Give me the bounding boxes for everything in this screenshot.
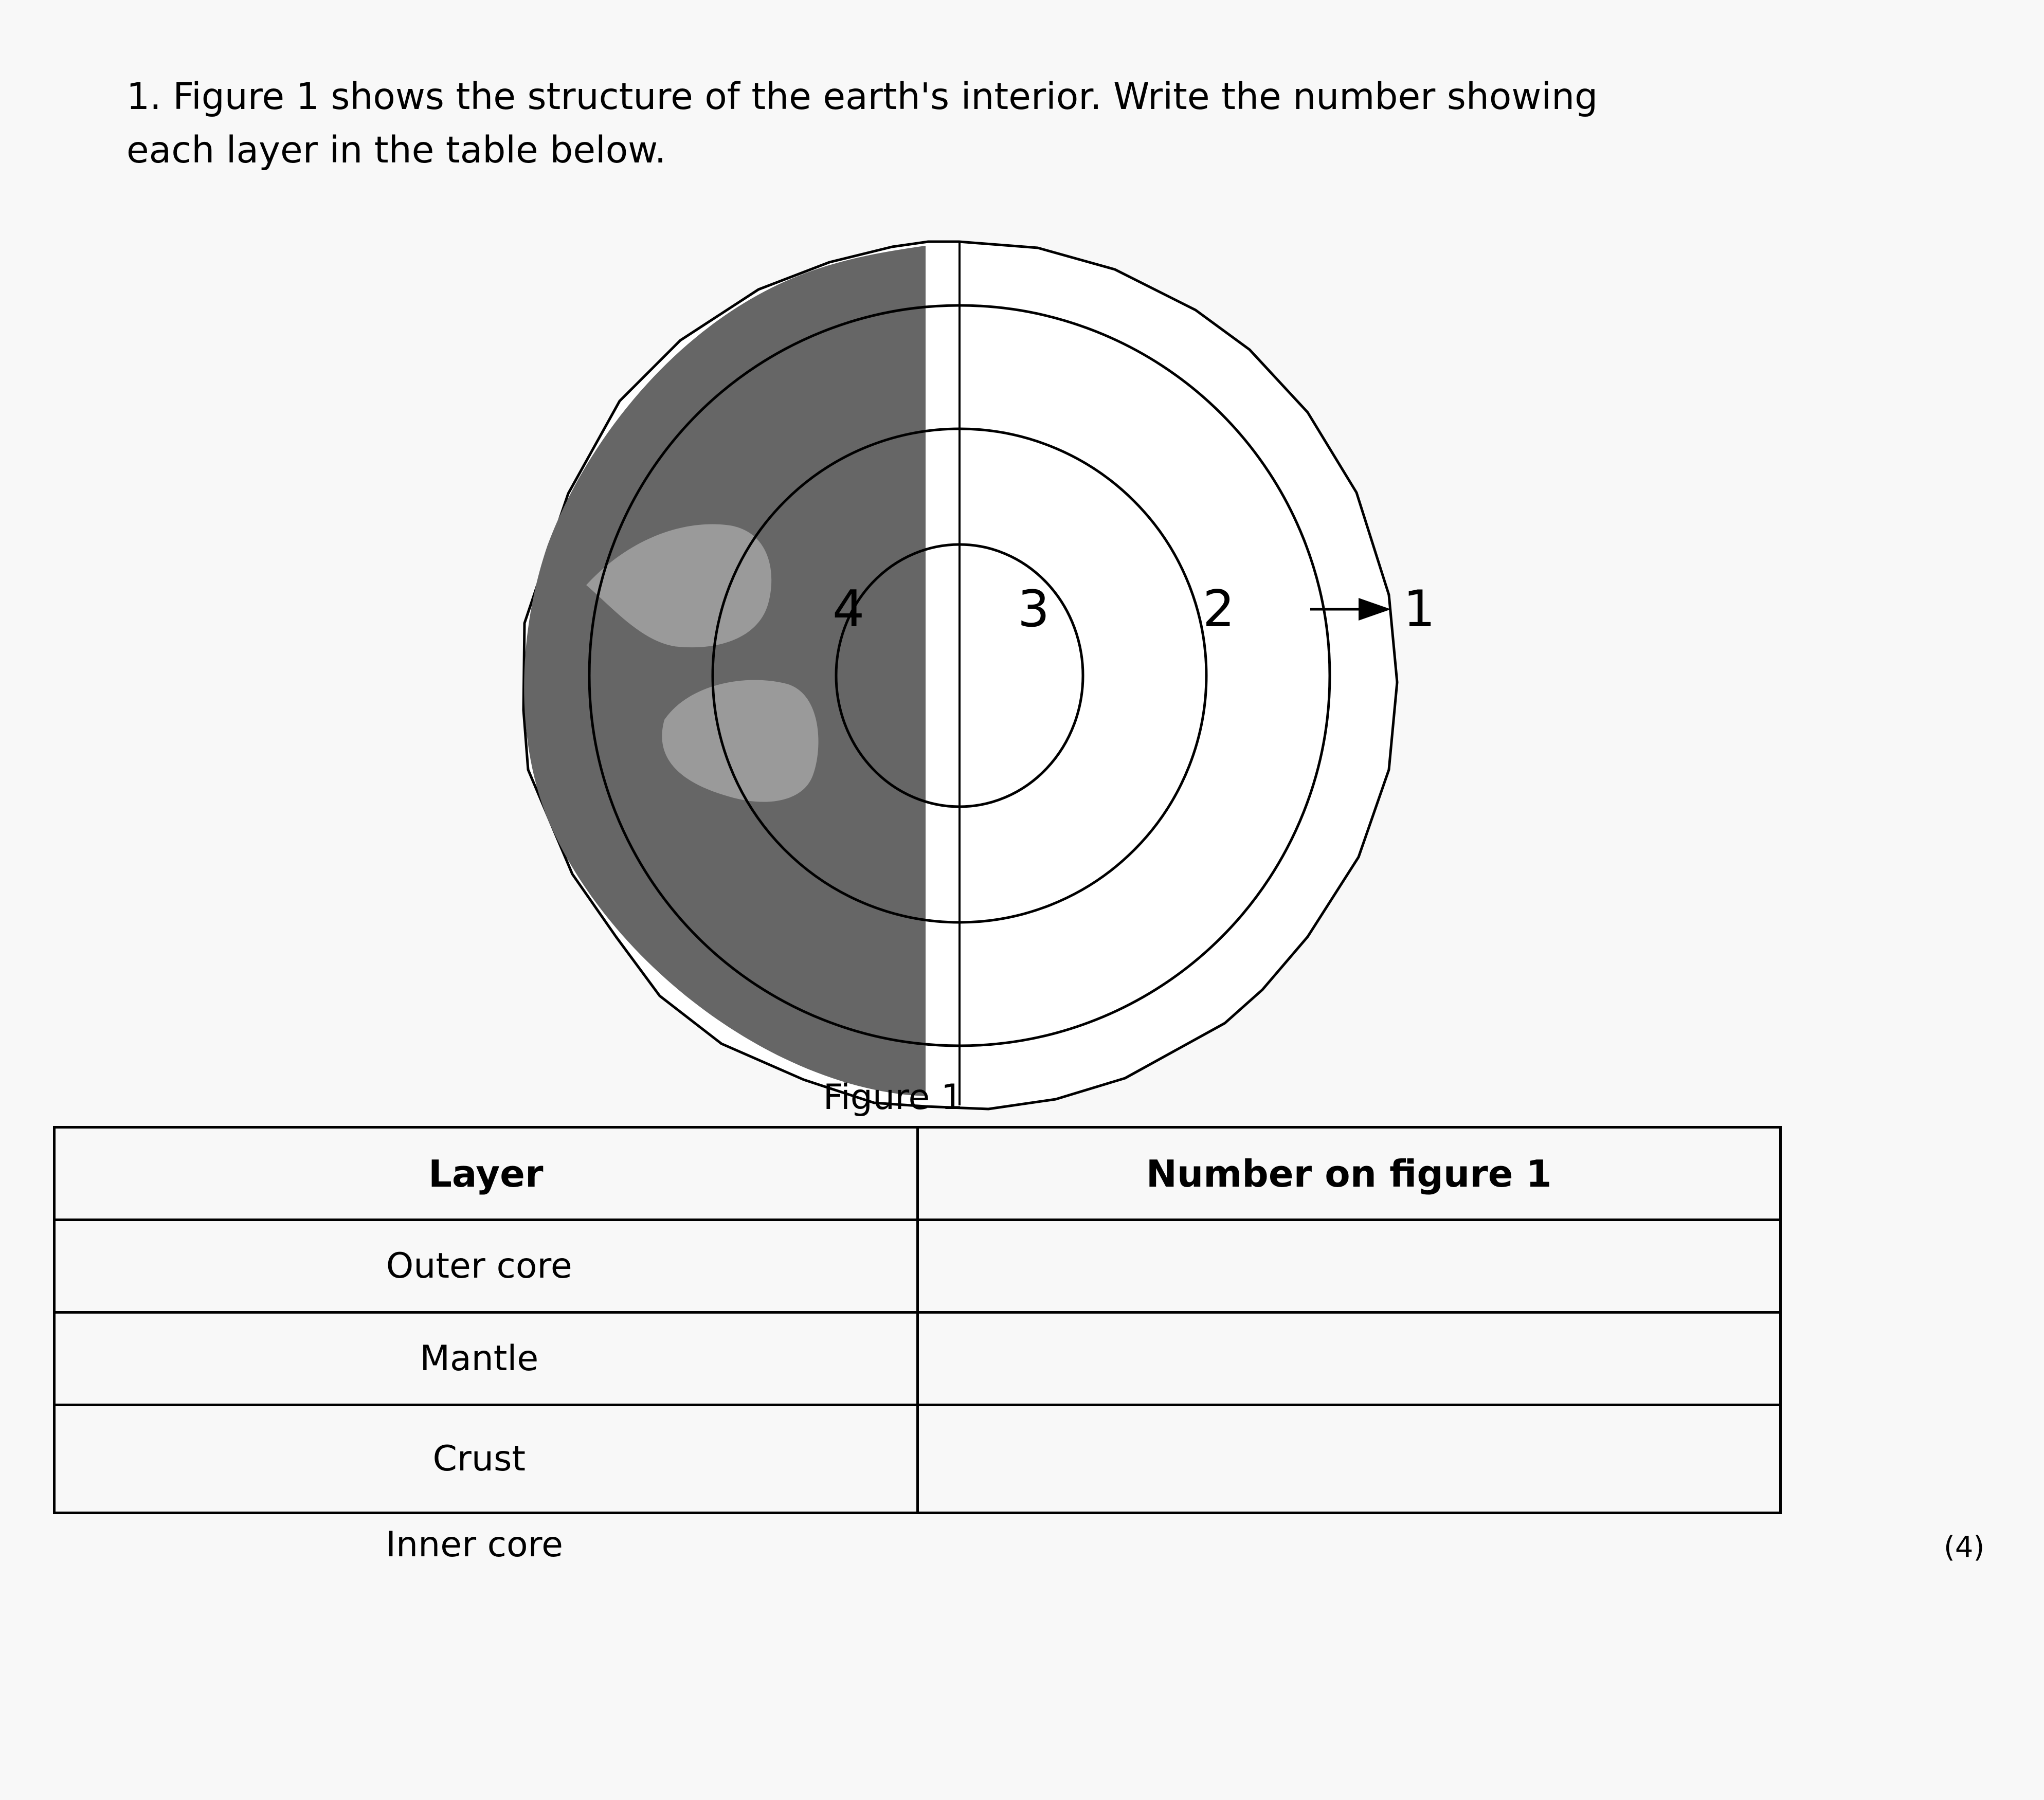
answer-cell[interactable] bbox=[916, 1404, 1782, 1514]
figure-label-2: 2 bbox=[1203, 580, 1235, 639]
table-row: Crust bbox=[53, 1404, 1782, 1514]
figure-label-3: 3 bbox=[1018, 580, 1050, 639]
extra-layer-label: Inner core bbox=[386, 1524, 563, 1565]
earth-interior-figure: 4 3 2 1 Figure 1 bbox=[0, 0, 2044, 1800]
layer-name-cell: Crust bbox=[53, 1404, 919, 1514]
header-layer: Layer bbox=[53, 1126, 919, 1221]
layer-name-cell: Mantle bbox=[53, 1311, 919, 1406]
figure-label-1: 1 bbox=[1403, 580, 1435, 639]
earth-interior-diagram: 4 3 2 1 Figure 1 bbox=[522, 240, 1435, 1118]
table-header-row: Layer Number on figure 1 bbox=[53, 1126, 1782, 1221]
figure-caption: Figure 1 bbox=[823, 1077, 964, 1118]
answer-cell[interactable] bbox=[916, 1219, 1782, 1314]
figure-label-4: 4 bbox=[833, 580, 864, 639]
answer-cell[interactable] bbox=[916, 1311, 1782, 1406]
marks-label: (4) bbox=[1944, 1531, 1985, 1564]
layer-name-cell: Outer core bbox=[53, 1219, 919, 1314]
header-number: Number on figure 1 bbox=[916, 1126, 1782, 1221]
table-row: Mantle bbox=[53, 1311, 1782, 1406]
table-row: Outer core bbox=[53, 1219, 1782, 1314]
earth-shaded-half bbox=[524, 246, 926, 1096]
answer-table: Layer Number on figure 1 Outer core Mant… bbox=[53, 1126, 1782, 1514]
